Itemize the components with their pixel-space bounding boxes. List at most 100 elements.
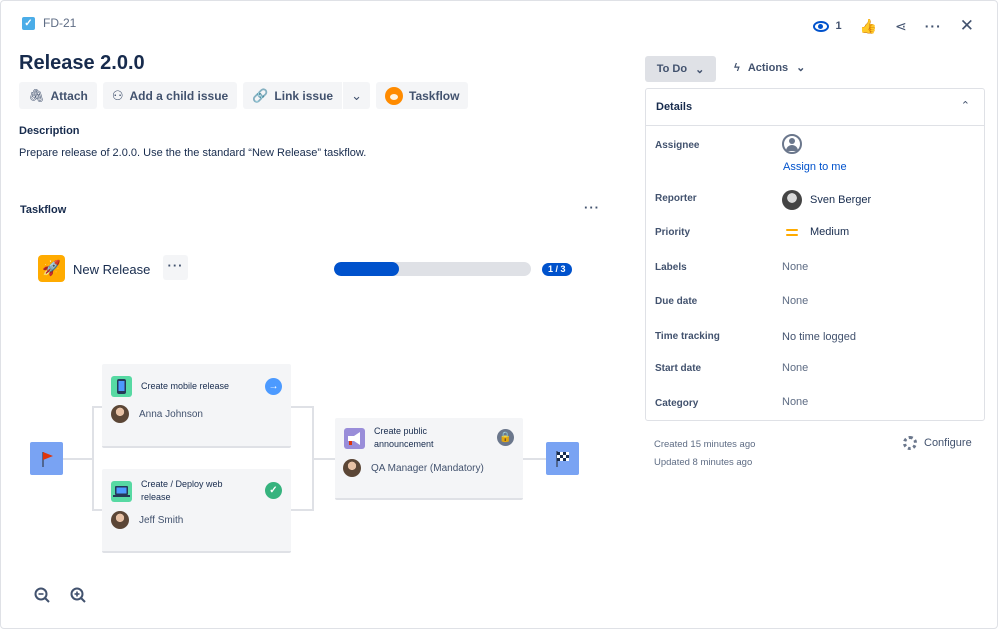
flow-connector [92,406,94,510]
zoom-out-button[interactable] [31,584,53,606]
reporter-label: Reporter [655,193,697,204]
labels-value[interactable]: None [782,261,808,273]
in-progress-arrow-icon: → [265,378,282,395]
priority-medium-icon [786,229,798,239]
eye-icon [813,20,830,32]
start-date-value[interactable]: None [782,362,808,374]
details-header[interactable]: Details ⌃ [646,89,984,126]
task-title: Create mobile release [141,381,230,391]
priority-label: Priority [655,227,691,238]
issue-key-label: FD-21 [43,16,77,30]
task-assignee: Jeff Smith [111,511,183,529]
link-issue-label: Link issue [274,88,334,103]
details-heading: Details [656,101,693,113]
task-assignee-name: Jeff Smith [139,514,184,526]
link-issue-split: 🔗 Link issue ⌄ [243,82,370,109]
share-icon[interactable]: ⋖ [895,18,907,35]
fox-logo-icon [385,86,403,105]
link-issue-button[interactable]: 🔗 Link issue [243,82,343,109]
description-heading: Description [19,125,80,137]
issue-key[interactable]: ✓ FD-21 [22,16,76,30]
gear-icon [903,436,917,450]
assign-to-me-link[interactable]: Assign to me [783,161,847,173]
avatar [111,405,129,423]
watchers-count: 1 [835,20,842,32]
description-text[interactable]: Prepare release of 2.0.0. Use the the st… [19,147,366,159]
taskflow-progress-bar [334,262,531,276]
start-date-label: Start date [655,363,702,374]
taskflow-label: Taskflow [409,88,460,103]
task-title: Create / Deploy web release [141,479,223,502]
taskflow-name[interactable]: New Release [73,262,150,277]
flow-connector [291,509,313,511]
task-title: Create public announcement [374,426,434,449]
priority-value[interactable]: Medium [810,226,849,238]
avatar [343,459,361,477]
zoom-out-icon [34,587,50,603]
hierarchy-icon: ⚇ [111,87,124,103]
due-date-label: Due date [655,296,698,307]
assignee-label: Assignee [655,140,700,151]
phone-icon [111,376,132,397]
task-node-mobile-release[interactable]: Create mobile release → Anna Johnson [102,364,291,448]
attach-label: Attach [50,88,88,103]
close-icon[interactable]: ✕ [960,16,974,36]
time-tracking-value[interactable]: No time logged [782,331,856,343]
updated-time: Updated 8 minutes ago [654,457,753,468]
chevron-down-icon: ⌄ [695,63,705,76]
flow-connector [291,406,313,408]
taskflow-more-icon[interactable]: ··· [584,200,600,215]
more-icon[interactable]: ··· [925,18,942,34]
chevron-down-icon: ⌄ [351,87,362,103]
issue-title[interactable]: Release 2.0.0 [19,52,145,75]
flow-start-node [30,442,63,475]
reporter-field[interactable]: Sven Berger [782,190,871,210]
category-value[interactable]: None [782,396,808,408]
taskflow-button[interactable]: Taskflow [376,82,469,109]
add-child-issue-button[interactable]: ⚇ Add a child issue [102,82,238,109]
status-dropdown[interactable]: To Do ⌄ [645,56,716,82]
configure-button[interactable]: Configure [903,436,972,450]
taskflow-progress-fill [334,262,399,276]
lightning-icon: ϟ [734,61,740,74]
category-label: Category [655,398,699,409]
checkered-flag-icon [556,451,569,467]
like-icon[interactable]: 👍 [860,18,877,35]
flow-end-node [546,442,579,475]
megaphone-icon [344,428,365,449]
watchers-button[interactable]: 1 [813,20,842,32]
chevron-up-icon: ⌃ [960,100,970,112]
created-time: Created 15 minutes ago [654,439,756,450]
avatar [111,511,129,529]
status-label: To Do [656,63,688,75]
labels-label: Labels [655,262,687,273]
red-flag-icon [42,452,53,467]
attach-button[interactable]: 🖇 Attach [19,82,97,109]
configure-label: Configure [924,437,972,449]
details-panel: Details ⌃ Assignee Assign to me Reporter… [645,88,985,421]
done-check-icon: ✓ [265,482,282,499]
zoom-in-button[interactable] [67,584,89,606]
zoom-in-icon [70,587,86,603]
link-icon: 🔗 [252,87,269,103]
taskflow-menu-button[interactable]: ··· [163,255,188,280]
rocket-icon: 🚀 [38,255,65,282]
link-issue-dropdown[interactable]: ⌄ [343,82,370,109]
avatar [782,190,802,210]
unassigned-avatar-icon[interactable] [782,134,802,154]
task-assignee: Anna Johnson [111,405,203,423]
task-node-web-release[interactable]: Create / Deploy web release ✓ Jeff Smith [102,469,291,553]
task-assignee-name: QA Manager (Mandatory) [371,462,484,474]
taskflow-progress-count: 1 / 3 [542,263,572,276]
time-tracking-label: Time tracking [655,331,720,342]
reporter-name: Sven Berger [810,194,872,206]
actions-dropdown[interactable]: ϟ Actions ⌄ [734,61,806,75]
task-assignee-name: Anna Johnson [139,408,203,420]
task-type-icon: ✓ [22,16,35,30]
flow-connector [523,458,546,460]
chevron-down-icon: ⌄ [796,62,806,74]
issue-meta: Created 15 minutes ago Updated 8 minutes… [654,436,755,472]
task-node-public-announcement[interactable]: Create public announcement 🔒 QA Manager … [335,418,523,500]
due-date-value[interactable]: None [782,295,808,307]
actions-label: Actions [747,61,789,74]
